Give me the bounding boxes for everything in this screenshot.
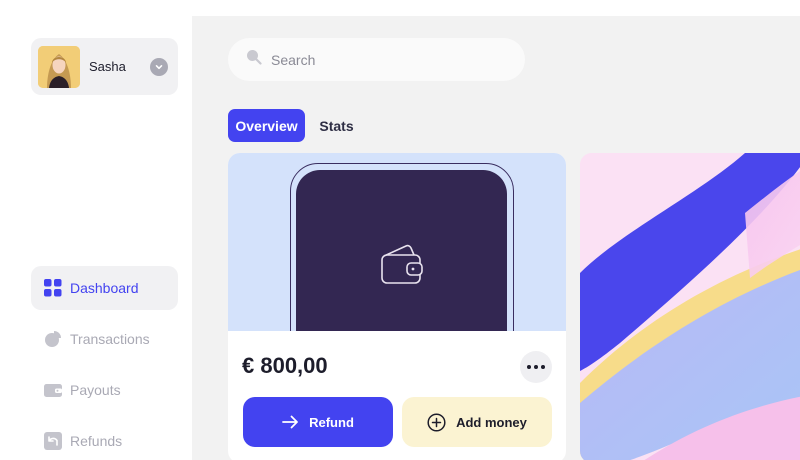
- wallet-card: € 800,00 Refund Add money: [228, 153, 566, 460]
- promo-card: [580, 153, 800, 460]
- wallet-icon: [43, 381, 62, 400]
- user-switcher[interactable]: Sasha: [31, 38, 178, 95]
- sidebar-item-dashboard[interactable]: Dashboard: [31, 266, 178, 310]
- main-content: Overview Stats € 800,00: [192, 16, 800, 460]
- tab-overview[interactable]: Overview: [228, 109, 305, 142]
- sidebar-item-payouts[interactable]: Payouts: [31, 368, 178, 412]
- plus-circle-icon: [427, 412, 446, 432]
- add-money-label: Add money: [456, 414, 527, 430]
- sidebar-item-label: Transactions: [70, 331, 150, 347]
- chevron-down-icon[interactable]: [150, 58, 168, 76]
- refund-button[interactable]: Refund: [243, 397, 393, 447]
- search-bar[interactable]: [228, 38, 525, 81]
- abstract-artwork: [580, 153, 800, 460]
- wallet-icon: [379, 242, 425, 331]
- sidebar-item-label: Payouts: [70, 382, 121, 398]
- sidebar-item-label: Refunds: [70, 433, 123, 449]
- sidebar-item-label: Dashboard: [70, 280, 139, 296]
- sidebar: Sasha Dashboard Transactions Payouts Ref…: [0, 0, 192, 460]
- tab-stats[interactable]: Stats: [310, 109, 363, 142]
- phone-screen: [296, 170, 507, 331]
- wallet-balance: € 800,00: [242, 353, 328, 378]
- arrow-right-icon: [282, 415, 299, 429]
- refund-label: Refund: [309, 414, 354, 430]
- more-options-button[interactable]: [520, 351, 552, 383]
- add-money-button[interactable]: Add money: [402, 397, 552, 447]
- sidebar-item-transactions[interactable]: Transactions: [31, 317, 178, 361]
- more-icon: [527, 365, 545, 369]
- avatar: [38, 45, 80, 88]
- sidebar-nav: Dashboard Transactions Payouts Refunds: [31, 266, 178, 460]
- wallet-illustration: [228, 153, 566, 331]
- refund-icon: [43, 432, 62, 451]
- grid-icon: [43, 279, 62, 298]
- search-icon: [246, 49, 262, 70]
- sidebar-item-refunds[interactable]: Refunds: [31, 419, 178, 460]
- user-name: Sasha: [89, 59, 126, 74]
- search-input[interactable]: [271, 51, 511, 68]
- pie-chart-icon: [43, 330, 62, 349]
